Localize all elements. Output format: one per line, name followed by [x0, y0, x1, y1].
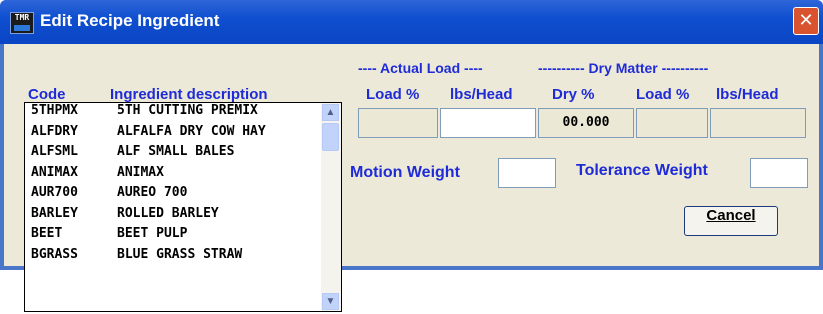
- list-item[interactable]: BEET BEET PULP: [25, 226, 341, 247]
- dm-lbs-head-field: [710, 108, 806, 138]
- title-bar[interactable]: TMR Edit Recipe Ingredient ✕: [0, 0, 823, 44]
- list-item-code: ALFSML: [31, 144, 78, 159]
- list-item-desc: BEET PULP: [117, 226, 188, 241]
- motion-weight-label: Motion Weight: [350, 164, 460, 181]
- list-item[interactable]: ALFDRY ALFALFA DRY COW HAY: [25, 124, 341, 145]
- list-item[interactable]: ANIMAX ANIMAX: [25, 165, 341, 186]
- list-scrollbar[interactable]: ▲ ▼: [321, 103, 341, 311]
- list-item[interactable]: AUR700 AUREO 700: [25, 185, 341, 206]
- close-icon[interactable]: ✕: [793, 7, 819, 35]
- motion-weight-field[interactable]: [498, 158, 556, 188]
- code-header: Code: [28, 86, 66, 103]
- cancel-button[interactable]: Cancel: [684, 206, 778, 236]
- list-item[interactable]: BARLEY ROLLED BARLEY: [25, 206, 341, 227]
- tolerance-weight-field[interactable]: [750, 158, 808, 188]
- list-item[interactable]: ALFSML ALF SMALL BALES: [25, 144, 341, 165]
- list-item-desc: ROLLED BARLEY: [117, 205, 219, 221]
- load-pct-field: [358, 108, 438, 138]
- list-item-code: ALFDRY: [31, 123, 78, 139]
- ingredient-dropdown-list[interactable]: 5THPMX 5TH CUTTING PREMIX ALFDRY ALFALFA DR…: [24, 102, 342, 312]
- tmr-app-icon: TMR: [10, 12, 34, 34]
- list-item-desc: ANIMAX: [117, 164, 164, 180]
- dm-load-pct-field: [636, 108, 708, 138]
- app-icon-label: TMR: [14, 13, 30, 22]
- list-item-code: ANIMAX: [31, 164, 78, 180]
- dry-matter-header: ---------- Dry Matter ----------: [538, 60, 709, 76]
- list-item-code: BARLEY: [31, 205, 78, 221]
- list-item[interactable]: 5THPMX 5TH CUTTING PREMIX: [25, 103, 341, 124]
- actual-load-header: ---- Actual Load ----: [358, 60, 483, 76]
- dry-pct-field: 00.000: [538, 108, 634, 138]
- cancel-button-label: Cancel: [706, 207, 756, 224]
- chevron-up-icon[interactable]: ▲: [322, 104, 339, 121]
- tolerance-weight-label: Tolerance Weight: [576, 162, 708, 179]
- list-item-desc: ALFALFA DRY COW HAY: [117, 123, 266, 139]
- list-item-desc: BLUE GRASS STRAW: [117, 246, 243, 262]
- list-item-code: BEET: [31, 226, 63, 241]
- dm-lbs-head-header: lbs/Head: [716, 86, 779, 103]
- load-pct-header: Load %: [366, 86, 420, 103]
- list-item-code: 5THPMX: [31, 103, 78, 118]
- dm-load-pct-header: Load %: [636, 86, 690, 103]
- list-item-desc: AUREO 700: [117, 185, 188, 200]
- window-title: Edit Recipe Ingredient: [40, 11, 220, 30]
- chevron-down-icon[interactable]: ▼: [322, 293, 339, 310]
- scroll-thumb[interactable]: [322, 123, 339, 151]
- ingredient-description-header: Ingredient description: [110, 86, 268, 103]
- lbs-head-header: lbs/Head: [450, 86, 513, 103]
- lbs-head-field[interactable]: [440, 108, 536, 138]
- list-item-desc: ALF SMALL BALES: [117, 144, 235, 159]
- list-item[interactable]: BGRASS BLUE GRASS STRAW: [25, 247, 341, 268]
- dry-pct-header: Dry %: [552, 86, 595, 103]
- list-item-code: AUR700: [31, 185, 78, 200]
- list-item-desc: 5TH CUTTING PREMIX: [117, 103, 258, 118]
- list-item-code: BGRASS: [31, 246, 78, 262]
